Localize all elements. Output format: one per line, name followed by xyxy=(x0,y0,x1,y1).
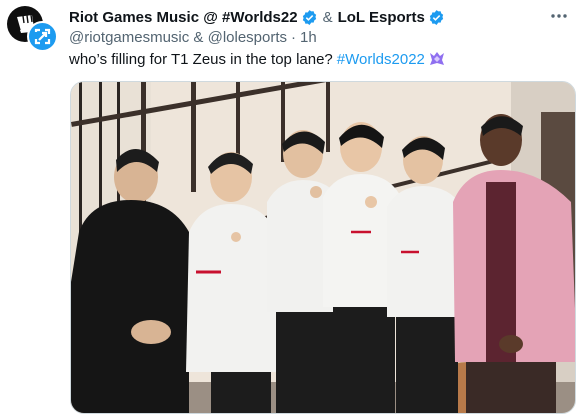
tweet-card[interactable]: Riot Games Music @ #Worlds22 & LoL Espor… xyxy=(0,0,584,420)
worlds-hashflag-icon xyxy=(429,52,444,65)
account-name-lol[interactable]: LoL Esports xyxy=(338,9,425,26)
verified-badge-icon xyxy=(429,9,444,25)
hashtag-link[interactable]: #Worlds2022 xyxy=(337,51,425,68)
verified-badge-icon xyxy=(302,9,316,25)
header-conjunction: & xyxy=(322,8,333,26)
more-options-icon[interactable] xyxy=(548,8,570,24)
separator-dot: · xyxy=(291,28,297,46)
account-name-riot[interactable]: Riot Games Music @ #Worlds22 xyxy=(69,9,298,26)
timestamp[interactable]: 1h xyxy=(300,29,317,46)
tweet-header: Riot Games Music @ #Worlds22 & LoL Espor… xyxy=(69,7,544,27)
handles[interactable]: @riotgamesmusic & @lolesports xyxy=(69,29,287,46)
lol-esports-icon xyxy=(34,28,51,45)
tweet-body: who’s filling for T1 Zeus in the top lan… xyxy=(69,50,333,68)
tweet-subline: @riotgamesmusic & @lolesports · 1h xyxy=(69,28,317,46)
group-photo-illustration xyxy=(71,82,575,413)
tweet-photo[interactable] xyxy=(70,81,576,414)
lol-esports-avatar[interactable] xyxy=(27,21,58,52)
tweet-text: who’s filling for T1 Zeus in the top lan… xyxy=(69,49,446,69)
